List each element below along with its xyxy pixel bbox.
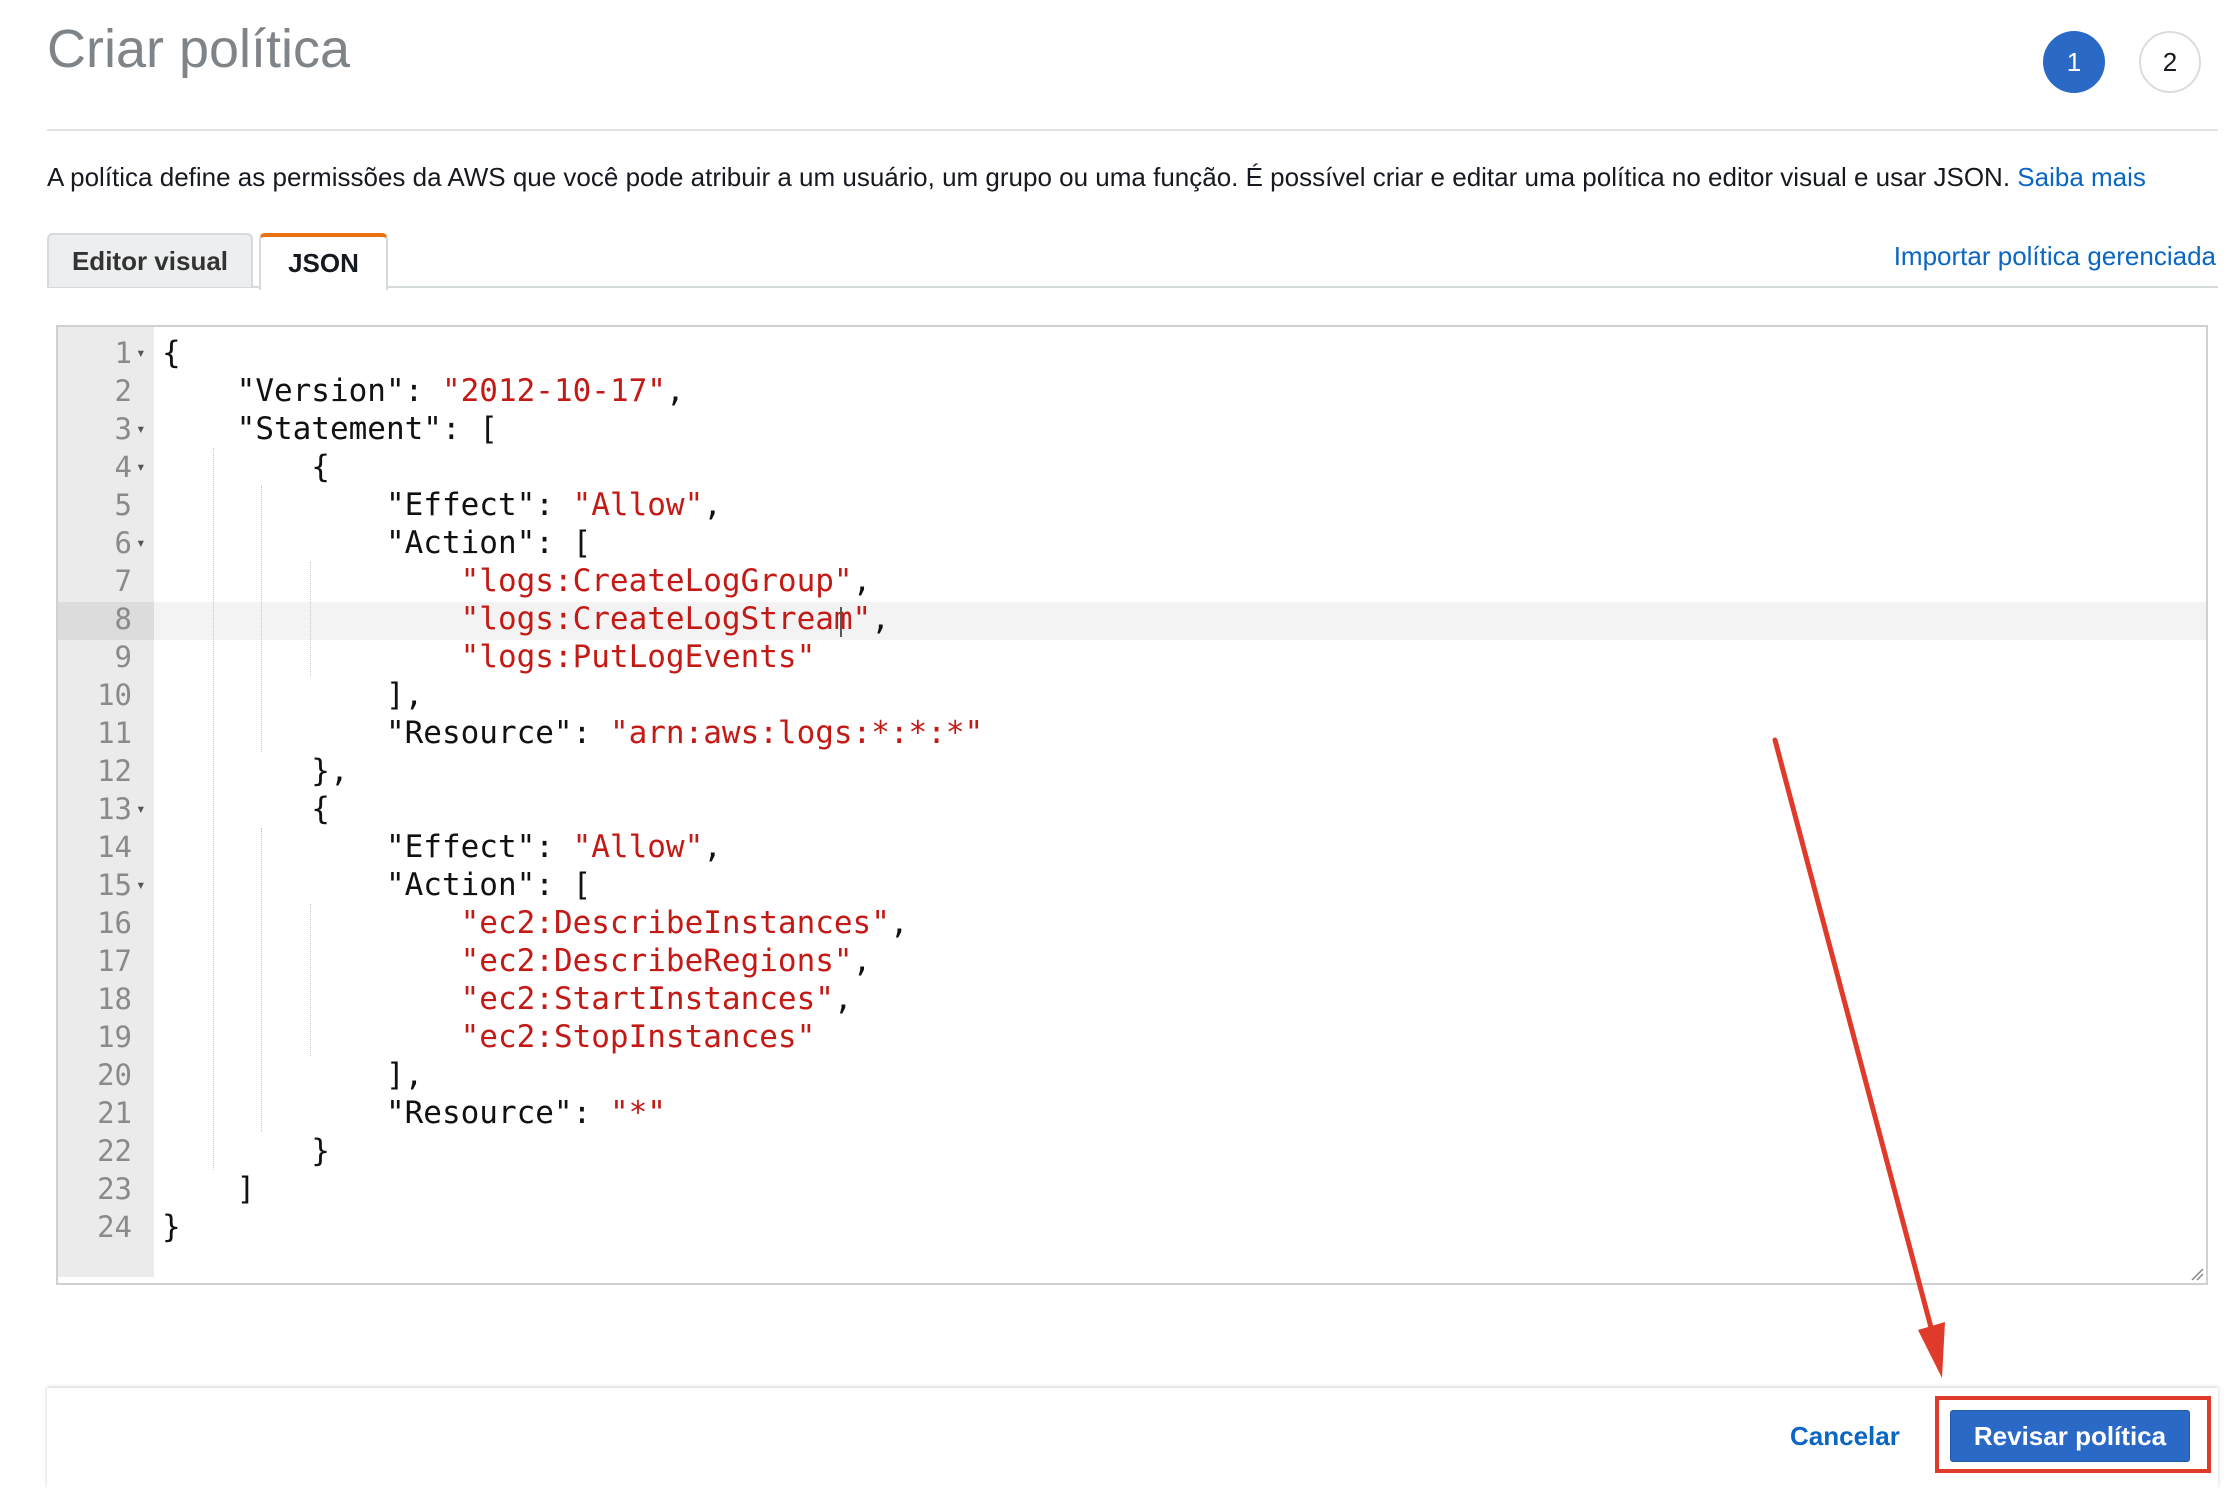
line-number: 17 <box>97 944 132 978</box>
line-number: 12 <box>97 754 132 788</box>
code-line: 4 ▾ { <box>58 448 2206 486</box>
code-text: "logs:CreateLogGroup", <box>460 563 872 599</box>
code-text: "Resource": "*" <box>162 1095 666 1131</box>
code-line: 16 "ec2:DescribeInstances", <box>58 904 2206 942</box>
code-text: ], <box>162 1057 424 1093</box>
line-number: 5 <box>114 488 132 522</box>
code-text: "Resource": "arn:aws:logs:*:*:*" <box>162 715 984 751</box>
code-text: "Effect": "Allow", <box>162 829 722 865</box>
code-text: "logs:PutLogEvents" <box>460 639 816 675</box>
tab-visual-editor[interactable]: Editor visual <box>47 233 253 287</box>
line-number: 20 <box>97 1058 132 1092</box>
code-line: 12 }, <box>58 752 2206 790</box>
line-number: 18 <box>97 982 132 1016</box>
code-text: } <box>162 1133 330 1169</box>
cancel-button[interactable]: Cancelar <box>1790 1421 1900 1452</box>
code-line: 7 "logs:CreateLogGroup", <box>58 562 2206 600</box>
import-managed-policy-link[interactable]: Importar política gerenciada <box>1894 241 2216 272</box>
code-line: 15 ▾ "Action": [ <box>58 866 2206 904</box>
code-text: "Effect": "Allow", <box>162 487 722 523</box>
line-number: 23 <box>97 1172 132 1206</box>
tab-json[interactable]: JSON <box>259 233 388 290</box>
caret-down-icon[interactable]: ▾ <box>136 524 146 562</box>
code-text: { <box>162 791 330 827</box>
code-line: 20 ], <box>58 1056 2206 1094</box>
code-line: 9 "logs:PutLogEvents" <box>58 638 2206 676</box>
line-number: 15 <box>97 868 132 902</box>
json-code-editor[interactable]: 1 ▾{2 "Version": "2012-10-17", 3 ▾ "Stateme… <box>56 325 2208 1285</box>
code-text: ], <box>162 677 424 713</box>
code-text: } <box>162 1209 181 1245</box>
step-indicator-1: 1 <box>2043 31 2105 93</box>
code-text: "Action": [ <box>162 525 592 561</box>
title-divider <box>47 129 2218 131</box>
caret-down-icon[interactable]: ▾ <box>136 448 146 486</box>
description-text: A política define as permissões da AWS q… <box>47 162 2018 192</box>
code-text: { <box>162 449 330 485</box>
code-text: "Statement": [ <box>162 411 498 447</box>
line-number: 2 <box>114 374 132 408</box>
line-number: 1 <box>114 336 132 370</box>
line-number: 7 <box>114 564 132 598</box>
code-line: 23 ] <box>58 1170 2206 1208</box>
line-number: 21 <box>97 1096 132 1130</box>
line-number: 9 <box>114 640 132 674</box>
code-text: ] <box>162 1171 256 1207</box>
code-line: 11 "Resource": "arn:aws:logs:*:*:*" <box>58 714 2206 752</box>
code-text: "ec2:DescribeInstances", <box>460 905 909 941</box>
code-line: 2 "Version": "2012-10-17", <box>58 372 2206 410</box>
review-policy-button[interactable]: Revisar política <box>1950 1410 2190 1462</box>
step-indicator-2: 2 <box>2139 31 2201 93</box>
line-number: 14 <box>97 830 132 864</box>
caret-down-icon[interactable]: ▾ <box>136 866 146 904</box>
caret-down-icon[interactable]: ▾ <box>136 410 146 448</box>
code-line: 13 ▾ { <box>58 790 2206 828</box>
code-line: 6 ▾ "Action": [ <box>58 524 2206 562</box>
line-number: 11 <box>97 716 132 750</box>
code-line: 14 "Effect": "Allow", <box>58 828 2206 866</box>
code-line: 3 ▾ "Statement": [ <box>58 410 2206 448</box>
code-line: 10 ], <box>58 676 2206 714</box>
text-cursor <box>840 607 842 637</box>
code-line: 17 "ec2:DescribeRegions", <box>58 942 2206 980</box>
page-description: A política define as permissões da AWS q… <box>47 162 2146 193</box>
caret-down-icon[interactable]: ▾ <box>136 790 146 828</box>
line-number: 8 <box>114 602 132 636</box>
line-number: 4 <box>114 450 132 484</box>
line-number: 16 <box>97 906 132 940</box>
code-line: 21 "Resource": "*" <box>58 1094 2206 1132</box>
line-number: 24 <box>97 1210 132 1244</box>
code-text: "ec2:StartInstances", <box>460 981 853 1017</box>
code-text: }, <box>162 753 349 789</box>
code-line: 5 "Effect": "Allow", <box>58 486 2206 524</box>
learn-more-link[interactable]: Saiba mais <box>2017 162 2146 192</box>
code-text: { <box>162 335 181 371</box>
code-line: 24} <box>58 1208 2206 1246</box>
page-title: Criar política <box>47 19 351 79</box>
code-text: "Version": "2012-10-17", <box>162 373 685 409</box>
code-text: "ec2:DescribeRegions", <box>460 943 872 979</box>
line-number: 22 <box>97 1134 132 1168</box>
code-line: 18 "ec2:StartInstances", <box>58 980 2206 1018</box>
line-number: 19 <box>97 1020 132 1054</box>
line-number: 3 <box>114 412 132 446</box>
resize-grip-icon[interactable] <box>2188 1265 2204 1281</box>
code-line: 22 } <box>58 1132 2206 1170</box>
code-text: "Action": [ <box>162 867 592 903</box>
code-line: 8 "logs:CreateLogStream", <box>58 600 2206 638</box>
code-line: 1 ▾ { <box>58 334 2206 372</box>
line-number: 6 <box>114 526 132 560</box>
code-text: "ec2:StopInstances" <box>460 1019 816 1055</box>
line-number: 10 <box>97 678 132 712</box>
code-line: 19 "ec2:StopInstances" <box>58 1018 2206 1056</box>
code-text: "logs:CreateLogStream", <box>460 601 890 637</box>
caret-down-icon[interactable]: ▾ <box>136 334 146 372</box>
line-number: 13 <box>97 792 132 826</box>
